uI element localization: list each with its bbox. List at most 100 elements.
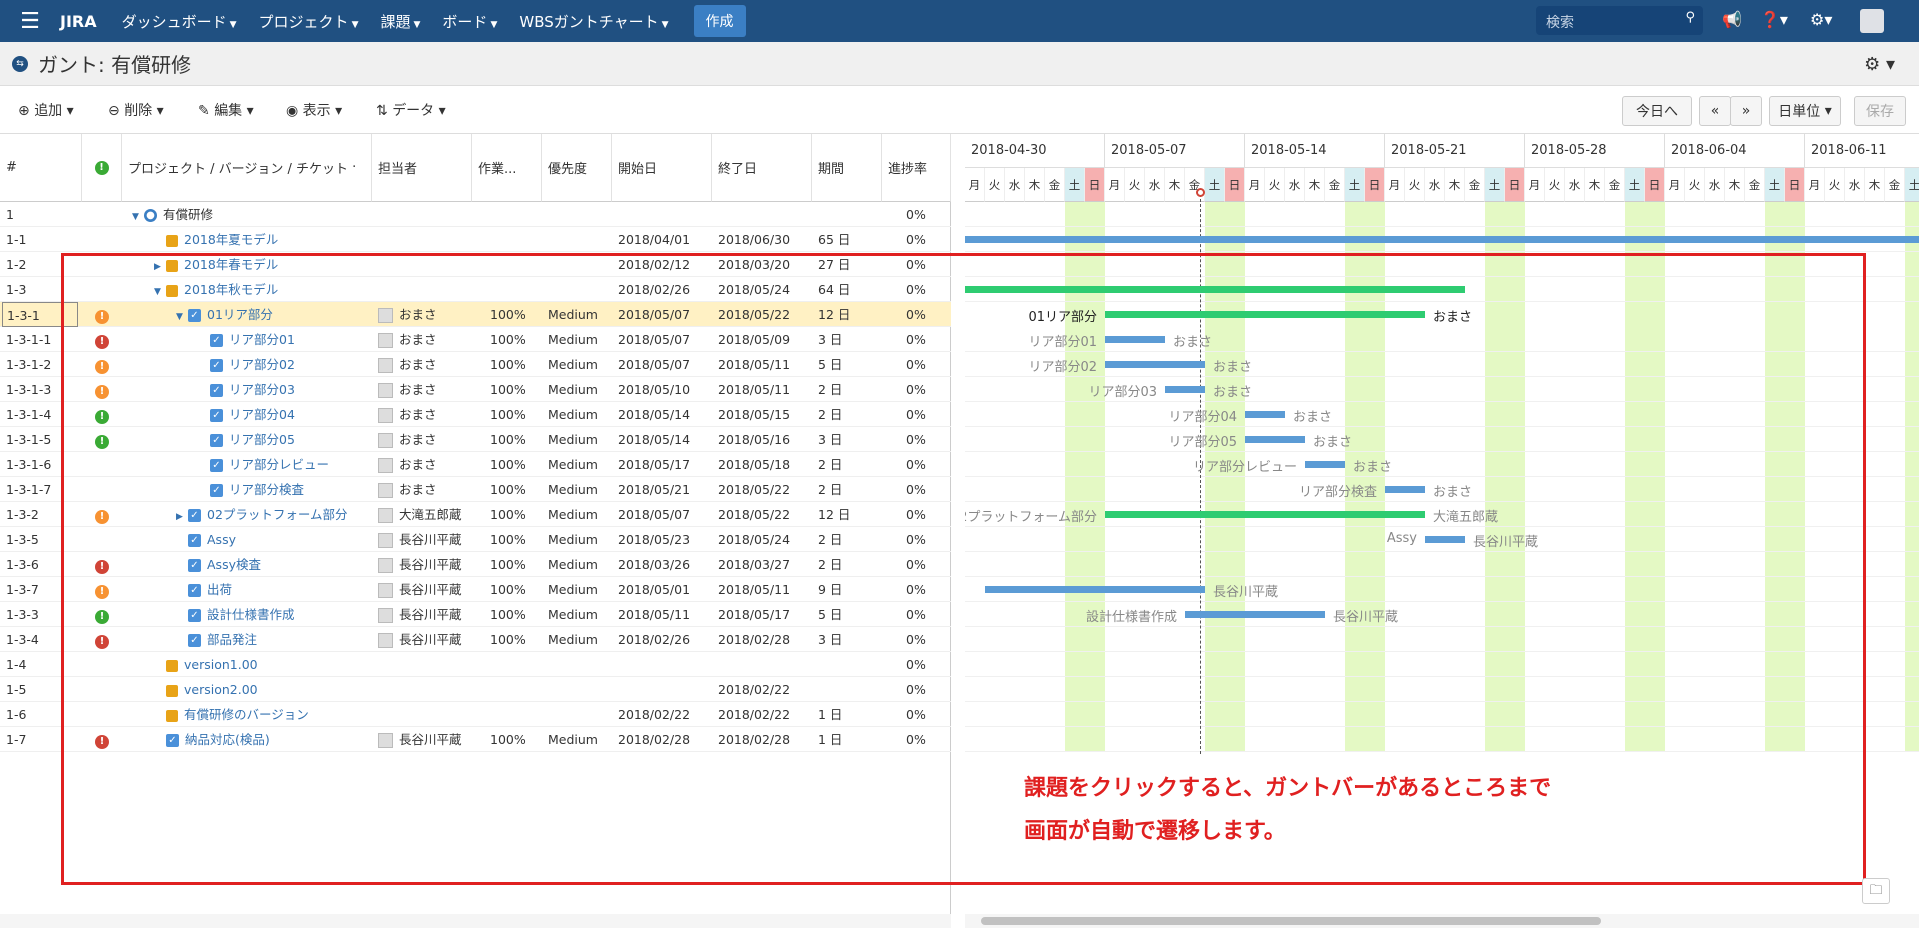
jira-logo[interactable]: JIRA: [60, 12, 97, 31]
gantt-bar[interactable]: [965, 236, 1919, 243]
grid-horizontal-scrollbar[interactable]: [0, 914, 951, 928]
row-priority-name: [548, 202, 612, 227]
col-duration[interactable]: 期間: [812, 134, 882, 202]
next-button[interactable]: »: [1730, 96, 1762, 126]
weekend-column: [1905, 202, 1919, 752]
nav-board[interactable]: ボード ▼: [431, 11, 508, 32]
save-button[interactable]: 保存: [1854, 96, 1906, 126]
gantt-scroll-thumb[interactable]: [981, 917, 1601, 925]
day-header: 木: [1025, 168, 1045, 202]
top-navigation: ☰ JIRA ダッシュボード ▼ プロジェクト ▼ 課題 ▼ ボード ▼ WBSガントチ…: [0, 0, 1919, 42]
col-start[interactable]: 開始日: [612, 134, 712, 202]
day-header: 月: [1385, 168, 1405, 202]
expand-toggle-icon[interactable]: ▼: [132, 205, 144, 227]
row-duration: [818, 202, 882, 227]
row-name-text: 有償研修: [163, 207, 214, 222]
day-header: 火: [1265, 168, 1285, 202]
week-header: 2018-04-30: [965, 134, 1105, 168]
nav-wbs-gantt[interactable]: WBSガントチャート ▼: [508, 11, 679, 32]
day-header: 火: [1685, 168, 1705, 202]
day-header: 日: [1225, 168, 1245, 202]
day-header: 土: [1765, 168, 1785, 202]
user-avatar[interactable]: [1860, 9, 1884, 33]
col-work[interactable]: 作業...: [472, 134, 542, 202]
nav-dashboard[interactable]: ダッシュボード ▼: [111, 11, 248, 32]
edit-button[interactable]: ✎ 編集 ▾: [198, 100, 254, 120]
row-name[interactable]: ▼ ● 有償研修: [122, 202, 372, 227]
row-number: 1: [6, 207, 14, 222]
day-header: 土: [1625, 168, 1645, 202]
col-priority-name[interactable]: 優先度: [542, 134, 612, 202]
gantt-horizontal-scrollbar[interactable]: [965, 914, 1919, 928]
page-title: ガント: 有償研修: [38, 53, 192, 77]
day-header: 金: [1185, 168, 1205, 202]
megaphone-icon[interactable]: 📢: [1722, 10, 1742, 29]
col-name[interactable]: プロジェクト / バージョン / チケット ·: [122, 134, 372, 202]
day-header: 火: [1405, 168, 1425, 202]
toolbar: ⊕ 追加 ▾ ⊖ 削除 ▾ ✎ 編集 ▾ ◉ 表示 ▾ ⇅ データ ▾ 今日へ …: [0, 86, 1919, 134]
add-button[interactable]: ⊕ 追加 ▾: [18, 100, 74, 120]
nav-issues[interactable]: 課題 ▼: [369, 11, 431, 32]
project-icon: ●: [144, 209, 157, 222]
day-header: 水: [1005, 168, 1025, 202]
version-icon: [166, 234, 178, 247]
col-end[interactable]: 終了日: [712, 134, 812, 202]
day-unit-select[interactable]: 日単位 ▾: [1769, 96, 1841, 126]
prev-button[interactable]: «: [1699, 96, 1731, 126]
gantt-row-line: [965, 226, 1919, 227]
day-header: 金: [1885, 168, 1905, 202]
create-button[interactable]: 作成: [693, 5, 746, 37]
delete-button[interactable]: ⊖ 削除 ▾: [108, 100, 164, 120]
day-header: 木: [1305, 168, 1325, 202]
gear-icon[interactable]: ⚙▾: [1810, 10, 1832, 29]
day-header: 火: [1125, 168, 1145, 202]
day-header: 月: [1525, 168, 1545, 202]
week-header: 2018-05-07: [1105, 134, 1245, 168]
page-header: ⇆ ガント: 有償研修 ⚙ ▾: [0, 42, 1919, 86]
row-name[interactable]: 2018年夏モデル: [122, 227, 372, 252]
day-header: 水: [1705, 168, 1725, 202]
row-work: [490, 202, 542, 227]
day-header: 水: [1285, 168, 1305, 202]
row-work: [490, 227, 542, 252]
row-progress: 0%: [906, 232, 926, 247]
col-assignee[interactable]: 担当者: [372, 134, 472, 202]
annotation-frame: 課題をクリックすると、ガントバーがあるところまで 画面が自動で遷移します。: [61, 253, 1866, 885]
col-number[interactable]: #: [0, 134, 82, 202]
day-header: 水: [1845, 168, 1865, 202]
row-priority: [82, 227, 122, 252]
day-header: 木: [1585, 168, 1605, 202]
day-header: 日: [1785, 168, 1805, 202]
row-assignee: [378, 202, 472, 227]
day-header: 土: [1065, 168, 1085, 202]
col-priority[interactable]: !: [82, 134, 122, 202]
nav-project[interactable]: プロジェクト ▼: [248, 11, 370, 32]
col-progress[interactable]: 進捗率: [882, 134, 951, 202]
row-name-text[interactable]: 2018年夏モデル: [184, 232, 278, 247]
help-icon[interactable]: ❓▾: [1760, 10, 1788, 29]
search-icon: ⚲: [1685, 10, 1695, 25]
gantt-row-line: [965, 251, 1919, 252]
day-header: 金: [1465, 168, 1485, 202]
day-header: 木: [1165, 168, 1185, 202]
day-header: 日: [1085, 168, 1105, 202]
day-header: 日: [1645, 168, 1665, 202]
today-button[interactable]: 今日へ: [1622, 96, 1692, 126]
menu-icon[interactable]: ☰: [0, 0, 60, 42]
settings-gear-icon[interactable]: ⚙ ▾: [1864, 54, 1895, 75]
folder-icon[interactable]: 🗀: [1862, 878, 1890, 904]
week-header: 2018-06-11: [1805, 134, 1919, 168]
day-header: 土: [1345, 168, 1365, 202]
day-header: 土: [1905, 168, 1919, 202]
view-button[interactable]: ◉ 表示 ▾: [286, 100, 342, 120]
day-header: 木: [1445, 168, 1465, 202]
search-input[interactable]: 検索 ⚲: [1536, 6, 1703, 35]
day-header: 月: [965, 168, 985, 202]
day-header: 金: [1605, 168, 1625, 202]
day-header: 月: [1805, 168, 1825, 202]
week-header: 2018-05-21: [1385, 134, 1525, 168]
table-row[interactable]: 1-1 2018年夏モデル 2018/04/01 2018/06/30 65 日 0%: [0, 227, 951, 252]
table-row[interactable]: 1 ▼ ● 有償研修 0%: [0, 202, 951, 227]
day-header: 水: [1565, 168, 1585, 202]
data-button[interactable]: ⇅ データ ▾: [376, 100, 446, 120]
